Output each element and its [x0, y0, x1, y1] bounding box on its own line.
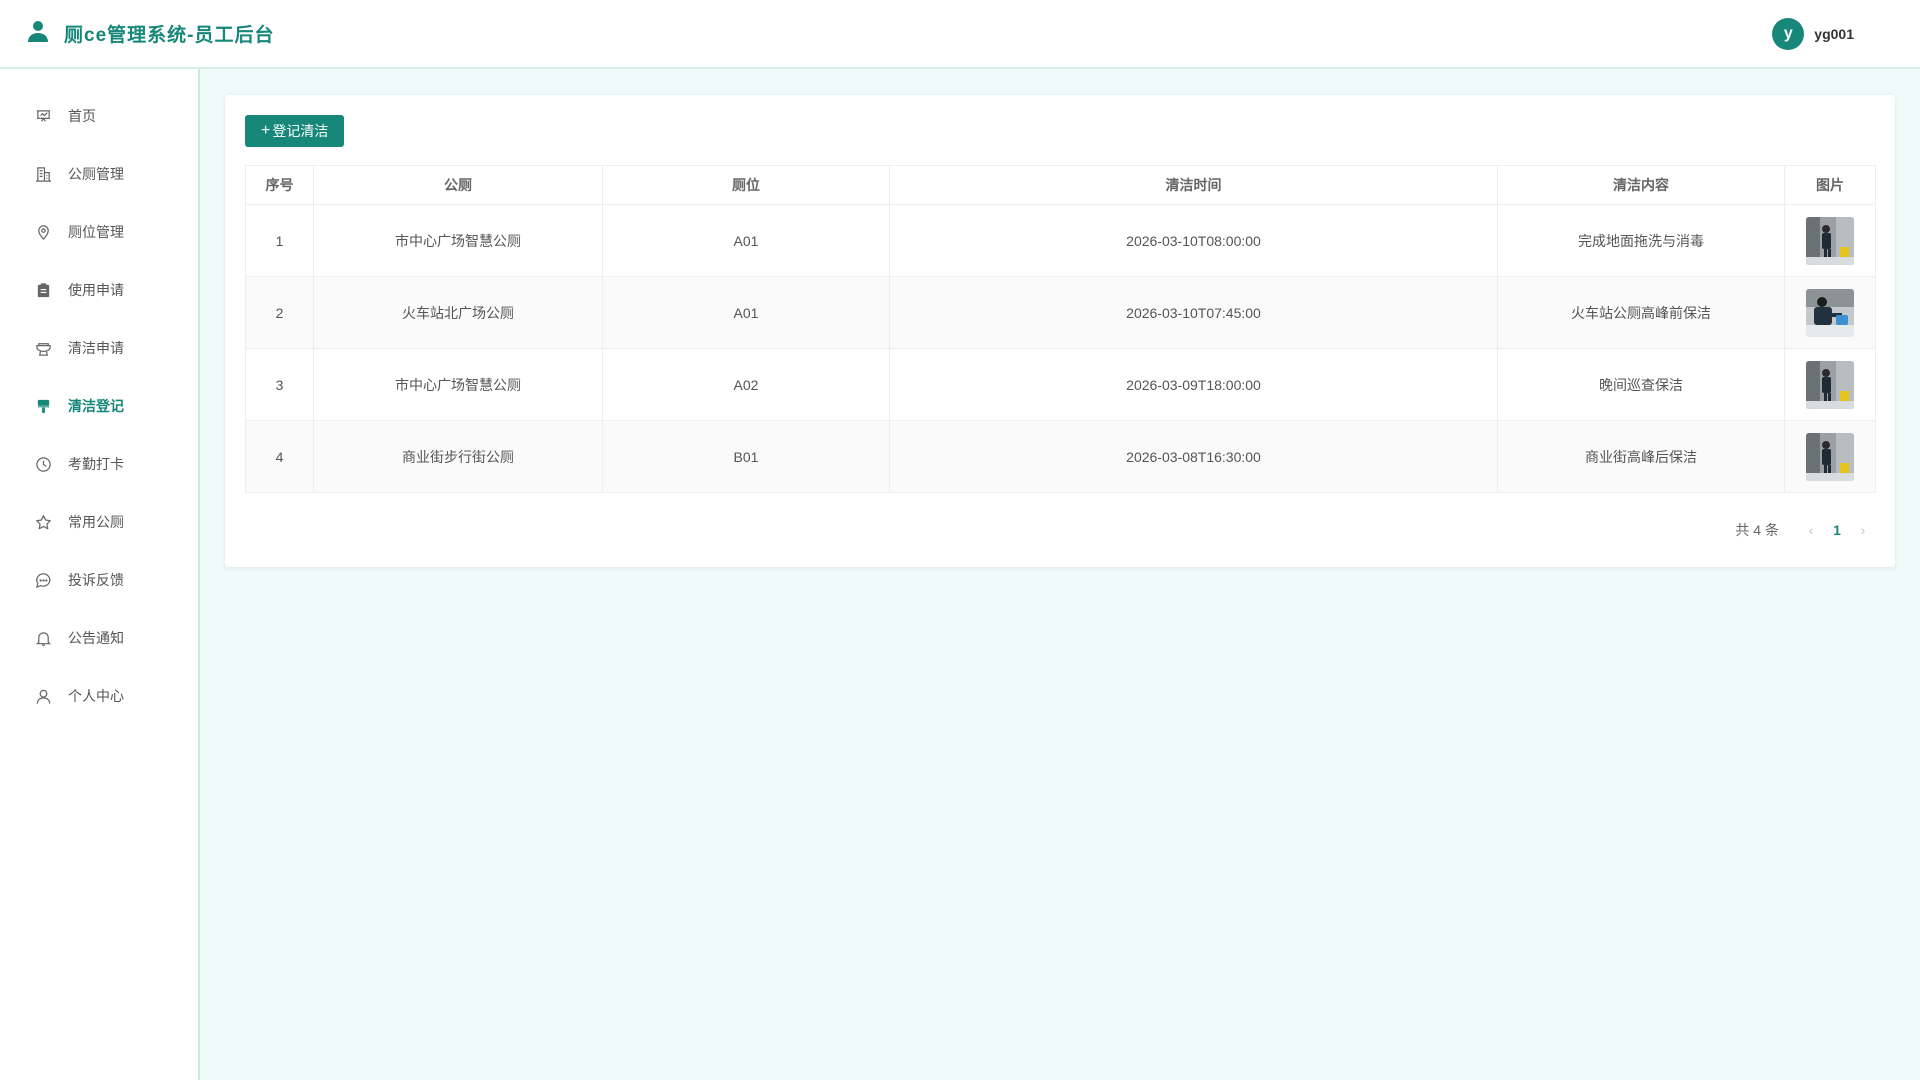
cell-stall: A01	[602, 204, 890, 277]
sidebar-item-attendance[interactable]: 考勤打卡	[0, 435, 198, 493]
cell-index: 2	[245, 276, 314, 349]
add-cleaning-button-label: 登记清洁	[272, 123, 329, 139]
cell-content: 商业街高峰后保洁	[1497, 420, 1785, 493]
sidebar-item-label: 首页	[68, 108, 96, 124]
cell-stall: A02	[602, 348, 890, 421]
sidebar-item-toilet-management[interactable]: 公厕管理	[0, 145, 198, 203]
sidebar-item-label: 考勤打卡	[68, 456, 124, 472]
chat-icon	[34, 571, 52, 589]
content-panel: + 登记清洁 序号 公厕 厕位 清洁时间 清洁内容 图片 1 市中心广场智慧公厕…	[225, 95, 1895, 567]
cell-image	[1784, 348, 1876, 421]
chevron-left-icon[interactable]: ‹	[1801, 522, 1821, 538]
cell-time: 2026-03-10T08:00:00	[889, 204, 1498, 277]
column-header-time: 清洁时间	[889, 165, 1498, 205]
cell-toilet: 市中心广场智慧公厕	[313, 204, 603, 277]
sidebar-item-label: 清洁申请	[68, 340, 124, 356]
clipboard-icon	[34, 281, 52, 299]
column-header-stall: 厕位	[602, 165, 890, 205]
cell-image	[1784, 420, 1876, 493]
sidebar: 首页 公厕管理 厕位管理 使用申请 清洁申请 清洁登记 考勤打卡 常用公厕 投诉…	[0, 69, 200, 1080]
column-header-toilet: 公厕	[313, 165, 603, 205]
table-row: 4 商业街步行街公厕 B01 2026-03-08T16:30:00 商业街高峰…	[245, 420, 1876, 493]
chevron-right-icon[interactable]: ›	[1853, 522, 1873, 538]
cell-index: 3	[245, 348, 314, 421]
star-icon	[34, 513, 52, 531]
bell-icon	[34, 629, 52, 647]
cleaning-photo-thumbnail[interactable]	[1806, 432, 1854, 481]
sidebar-item-profile[interactable]: 个人中心	[0, 667, 198, 725]
cleaning-photo-thumbnail[interactable]	[1806, 360, 1854, 409]
cell-content: 晚间巡查保洁	[1497, 348, 1785, 421]
cell-stall: B01	[602, 420, 890, 493]
cell-toilet: 商业街步行街公厕	[313, 420, 603, 493]
cell-content: 火车站公厕高峰前保洁	[1497, 276, 1785, 349]
table-row: 3 市中心广场智慧公厕 A02 2026-03-09T18:00:00 晚间巡查…	[245, 348, 1876, 421]
sidebar-item-cleaning-registration[interactable]: 清洁登记	[0, 377, 198, 435]
cleaning-photo-thumbnail[interactable]	[1806, 288, 1854, 337]
plus-icon: +	[261, 122, 271, 139]
cell-stall: A01	[602, 276, 890, 349]
cell-image	[1784, 204, 1876, 277]
sidebar-item-label: 使用申请	[68, 282, 124, 298]
table-header-row: 序号 公厕 厕位 清洁时间 清洁内容 图片	[245, 165, 1876, 205]
cell-time: 2026-03-08T16:30:00	[889, 420, 1498, 493]
sidebar-item-label: 投诉反馈	[68, 572, 124, 588]
sidebar-item-label: 厕位管理	[68, 224, 124, 240]
user-icon	[34, 687, 52, 705]
cleaning-records-table: 序号 公厕 厕位 清洁时间 清洁内容 图片 1 市中心广场智慧公厕 A01 20…	[245, 165, 1876, 493]
app-title: 厕ce管理系统-员工后台	[64, 25, 275, 46]
brush-icon	[34, 397, 52, 415]
sidebar-item-usage-request[interactable]: 使用申请	[0, 261, 198, 319]
cell-index: 1	[245, 204, 314, 277]
cell-time: 2026-03-09T18:00:00	[889, 348, 1498, 421]
cell-content: 完成地面拖洗与消毒	[1497, 204, 1785, 277]
sidebar-item-favorites[interactable]: 常用公厕	[0, 493, 198, 551]
pagination-page[interactable]: 1	[1821, 522, 1853, 538]
sidebar-item-label: 公厕管理	[68, 166, 124, 182]
sidebar-item-feedback[interactable]: 投诉反馈	[0, 551, 198, 609]
top-header: 厕ce管理系统-员工后台 y yg001	[0, 0, 1920, 69]
pagination-total: 共 4 条	[1735, 522, 1779, 538]
column-header-content: 清洁内容	[1497, 165, 1785, 205]
location-pin-icon	[34, 223, 52, 241]
sidebar-item-cleaning-request[interactable]: 清洁申请	[0, 319, 198, 377]
sidebar-item-home[interactable]: 首页	[0, 87, 198, 145]
sidebar-item-announcements[interactable]: 公告通知	[0, 609, 198, 667]
user-menu[interactable]: y yg001	[1772, 17, 1854, 50]
avatar[interactable]: y	[1772, 17, 1805, 50]
building-icon	[34, 165, 52, 183]
sidebar-item-stall-management[interactable]: 厕位管理	[0, 203, 198, 261]
user-icon	[26, 19, 50, 48]
username[interactable]: yg001	[1814, 26, 1854, 42]
sidebar-item-label: 常用公厕	[68, 514, 124, 530]
table-row: 1 市中心广场智慧公厕 A01 2026-03-10T08:00:00 完成地面…	[245, 204, 1876, 277]
cell-image	[1784, 276, 1876, 349]
toilet-icon	[34, 339, 52, 357]
cell-toilet: 火车站北广场公厕	[313, 276, 603, 349]
sidebar-item-label: 公告通知	[68, 630, 124, 646]
column-header-index: 序号	[245, 165, 314, 205]
sidebar-item-label: 清洁登记	[68, 398, 124, 414]
cell-time: 2026-03-10T07:45:00	[889, 276, 1498, 349]
column-header-image: 图片	[1784, 165, 1876, 205]
presentation-icon	[34, 107, 52, 125]
cell-toilet: 市中心广场智慧公厕	[313, 348, 603, 421]
cell-index: 4	[245, 420, 314, 493]
sidebar-item-label: 个人中心	[68, 688, 124, 704]
brand: 厕ce管理系统-员工后台	[26, 19, 274, 48]
table-row: 2 火车站北广场公厕 A01 2026-03-10T07:45:00 火车站公厕…	[245, 276, 1876, 349]
add-cleaning-button[interactable]: + 登记清洁	[245, 115, 345, 147]
pagination: 共 4 条 ‹ 1 ›	[1735, 520, 1873, 540]
clock-icon	[34, 455, 52, 473]
cleaning-photo-thumbnail[interactable]	[1806, 216, 1854, 265]
